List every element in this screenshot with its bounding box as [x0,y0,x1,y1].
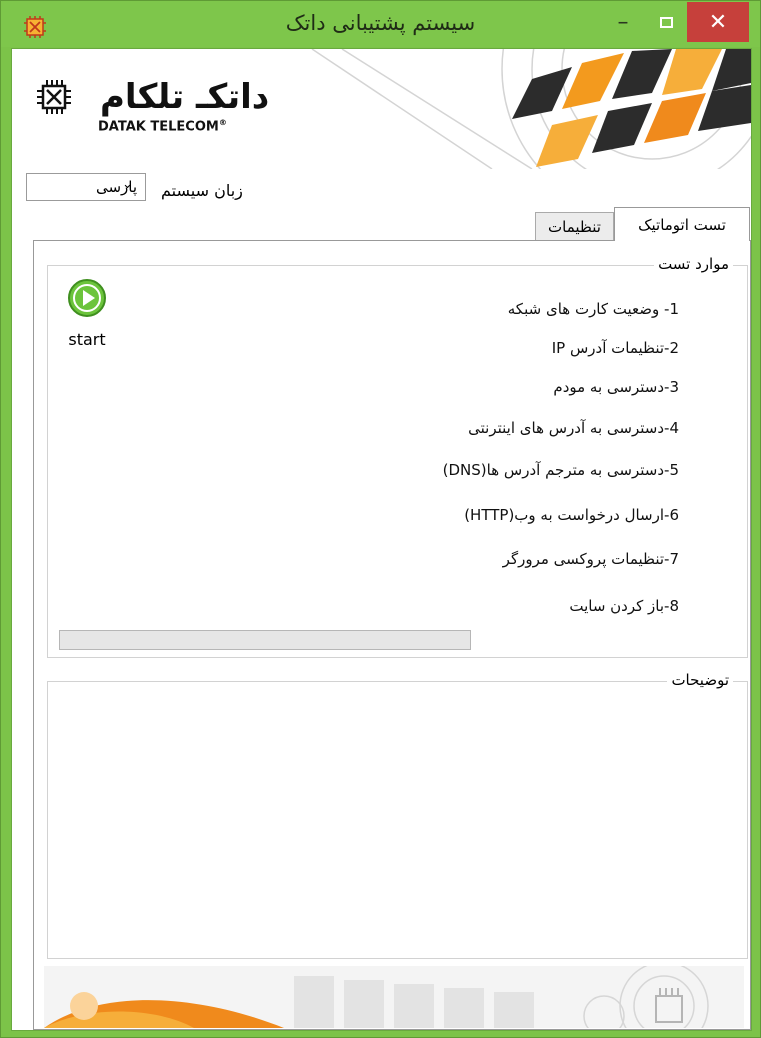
test-item: 5-دسترسی به مترجم آدرس ها(DNS) [442,461,679,479]
client-area: داتکـ تلکام DATAK TELECOM® پارسی ⌄ زبان … [11,48,752,1031]
language-row: پارسی ⌄ زبان سیستم [26,173,286,203]
language-select[interactable]: پارسی ⌄ [26,173,146,201]
chip-logo-icon [37,80,71,114]
start-button[interactable]: start [62,278,112,349]
description-group: توضیحات [47,671,748,959]
tab-settings[interactable]: تنظیمات [535,212,614,240]
play-icon [68,279,106,317]
footer-graphic [44,966,744,1028]
test-item: 6-ارسال درخواست به وب(HTTP) [464,506,679,524]
test-item: 1- وضعیت کارت های شبکه [507,300,679,318]
description-group-title: توضیحات [667,671,733,689]
test-progress-bar [59,630,471,650]
language-label: زبان سیستم [161,181,243,200]
application-window: سیستم پشتیبانی داتک – ✕ داتکـ تلکام DATA… [0,0,761,1038]
test-item: 3-دسترسی به مودم [553,378,679,396]
test-item: 4-دسترسی به آدرس های اینترنتی [468,419,679,437]
tests-group-title: موارد تست [654,255,733,273]
header-banner: داتکـ تلکام DATAK TELECOM® [12,49,751,169]
logo-persian-text: داتکـ تلکام [100,77,270,117]
tab-automatic-test[interactable]: تست اتوماتیک [614,207,750,241]
tests-group: موارد تست start 1- وضعیت کارت های شبکه 2… [47,255,748,658]
maximize-icon [659,16,673,28]
tab-panel-automatic-test: موارد تست start 1- وضعیت کارت های شبکه 2… [33,240,751,1030]
test-item: 7-تنظیمات پروکسی مرورگر [502,550,679,568]
close-button[interactable]: ✕ [687,2,749,42]
chevron-down-icon: ⌄ [122,177,133,192]
test-item: 2-تنظیمات آدرس IP [551,339,679,357]
maximize-button[interactable] [647,2,685,42]
company-logo: داتکـ تلکام DATAK TELECOM® [36,77,269,134]
start-label: start [68,330,106,349]
footer-decoration [44,966,744,1028]
test-item: 8-باز کردن سایت [569,597,679,615]
minimize-button[interactable]: – [601,2,645,42]
logo-english-text: DATAK TELECOM® [98,118,227,135]
title-bar[interactable]: سیستم پشتیبانی داتک – ✕ [1,1,760,47]
